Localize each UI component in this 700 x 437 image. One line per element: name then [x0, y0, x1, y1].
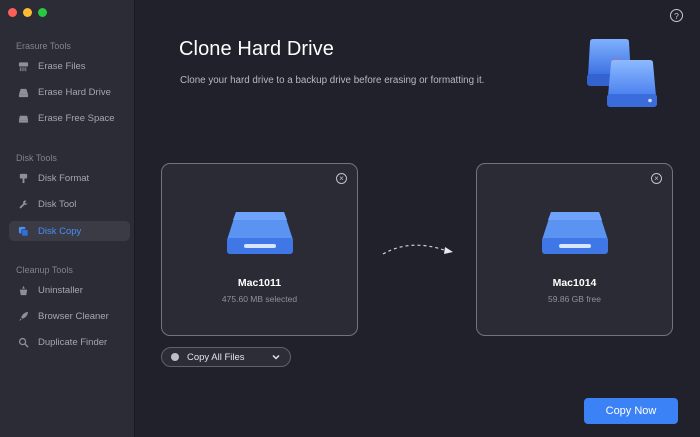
free-space-icon	[18, 113, 29, 124]
sidebar: Erasure Tools Erase Files Erase Hard Dri…	[0, 0, 135, 437]
sidebar-item-disk-copy[interactable]: Disk Copy	[9, 221, 130, 241]
sidebar-item-disk-format[interactable]: Disk Format	[9, 168, 130, 188]
page-subtitle: Clone your hard drive to a backup drive …	[180, 75, 485, 86]
sidebar-item-label: Uninstaller	[38, 284, 83, 296]
sidebar-item-label: Disk Copy	[38, 225, 82, 237]
remove-source-drive-button[interactable]: ×	[336, 173, 347, 184]
sidebar-item-label: Disk Tool	[38, 198, 77, 210]
section-title-cleanup-tools: Cleanup Tools	[16, 265, 73, 275]
wrench-icon	[18, 199, 29, 210]
close-window-button[interactable]	[8, 8, 17, 17]
app-window: Erasure Tools Erase Files Erase Hard Dri…	[0, 0, 700, 437]
brush-icon	[18, 173, 29, 184]
copy-now-button[interactable]: Copy Now	[584, 398, 678, 424]
copy-mode-dropdown[interactable]: Copy All Files	[161, 347, 291, 367]
source-drive-card[interactable]: × Mac1011 475.60 MB selected	[161, 163, 358, 336]
hard-drive-icon	[227, 212, 293, 254]
hard-drive-icon	[542, 212, 608, 254]
dashed-arrow-icon	[382, 244, 453, 255]
sidebar-item-erase-files[interactable]: Erase Files	[9, 56, 130, 76]
uninstall-icon	[18, 285, 29, 296]
zoom-window-button[interactable]	[38, 8, 47, 17]
copy-icon	[18, 226, 29, 237]
sidebar-item-erase-free-space[interactable]: Erase Free Space	[9, 108, 130, 128]
target-drive-name: Mac1014	[552, 277, 597, 289]
sidebar-item-duplicate-finder[interactable]: Duplicate Finder	[9, 332, 130, 352]
window-controls	[8, 8, 47, 17]
sidebar-item-label: Browser Cleaner	[38, 310, 109, 322]
sidebar-item-label: Disk Format	[38, 172, 90, 184]
search-icon	[18, 337, 29, 348]
minimize-window-button[interactable]	[23, 8, 32, 17]
rocket-icon	[18, 311, 29, 322]
sidebar-item-erase-hard-drive[interactable]: Erase Hard Drive	[9, 82, 130, 102]
sidebar-item-disk-tool[interactable]: Disk Tool	[9, 194, 130, 214]
page-title: Clone Hard Drive	[179, 38, 334, 60]
target-drive-info: 59.86 GB free	[548, 294, 601, 304]
chevron-down-icon	[272, 354, 280, 360]
help-button[interactable]: ?	[670, 9, 683, 22]
sidebar-item-uninstaller[interactable]: Uninstaller	[9, 280, 130, 300]
hard-drive-erase-icon	[18, 87, 29, 98]
sidebar-item-label: Erase Free Space	[38, 112, 115, 124]
clone-drives-illustration	[587, 39, 657, 107]
sidebar-item-browser-cleaner[interactable]: Browser Cleaner	[9, 306, 130, 326]
section-title-disk-tools: Disk Tools	[16, 153, 57, 163]
sidebar-item-label: Duplicate Finder	[38, 336, 108, 348]
sidebar-item-label: Erase Files	[38, 60, 86, 72]
shredder-icon	[18, 61, 29, 72]
mode-indicator-icon	[171, 353, 179, 361]
sidebar-item-label: Erase Hard Drive	[38, 86, 111, 98]
source-drive-name: Mac1011	[237, 277, 282, 289]
remove-target-drive-button[interactable]: ×	[651, 173, 662, 184]
target-drive-card[interactable]: × Mac1014 59.86 GB free	[476, 163, 673, 336]
source-drive-info: 475.60 MB selected	[221, 294, 298, 304]
copy-mode-label: Copy All Files	[187, 351, 245, 363]
section-title-erasure-tools: Erasure Tools	[16, 41, 71, 51]
